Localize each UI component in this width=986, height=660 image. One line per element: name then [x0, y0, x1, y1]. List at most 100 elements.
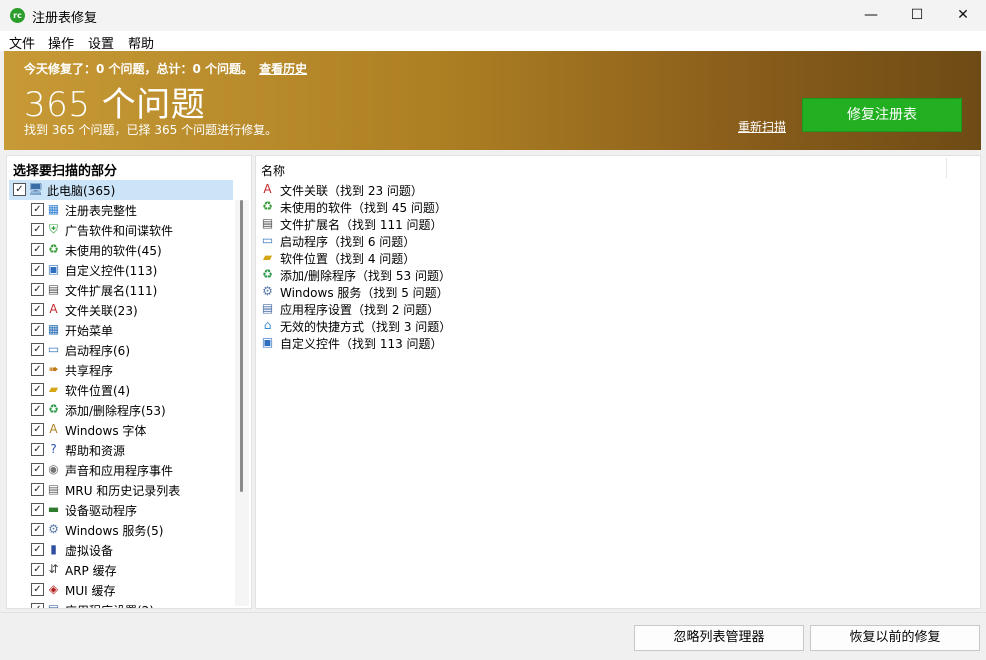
scan-sections-header: 选择要扫描的部分	[13, 164, 118, 179]
file-extension-icon: ▤	[47, 282, 60, 296]
tree-item[interactable]: ✓ ♻ 未使用的软件(45)	[29, 240, 233, 260]
item-checkbox[interactable]: ✓	[31, 563, 44, 576]
tree-item[interactable]: ✓ ◈ MUI 缓存	[29, 580, 233, 600]
item-checkbox[interactable]: ✓	[31, 583, 44, 596]
fix-registry-button[interactable]: 修复注册表	[802, 98, 962, 132]
menu-file[interactable]: 文件	[9, 33, 35, 52]
item-checkbox[interactable]: ✓	[31, 343, 44, 356]
item-checkbox[interactable]: ✓	[31, 363, 44, 376]
item-checkbox[interactable]: ✓	[31, 543, 44, 556]
tree-item-label: 未使用的软件(45)	[65, 244, 162, 258]
tree-item[interactable]: ✓ ▤ MRU 和历史记录列表	[29, 480, 233, 500]
tree-item[interactable]: ✓ ⛨ 广告软件和间谍软件	[29, 220, 233, 240]
tree-item-label: 应用程序设置(2)	[65, 602, 154, 608]
item-checkbox[interactable]: ✓	[31, 263, 44, 276]
menu-bar: 文件 操作 设置 帮助	[0, 31, 986, 52]
item-checkbox[interactable]: ✓	[31, 503, 44, 516]
menu-help[interactable]: 帮助	[128, 33, 154, 52]
startup-icon: ▭	[261, 233, 274, 247]
registry-icon: ▦	[47, 202, 60, 216]
item-checkbox[interactable]: ✓	[31, 523, 44, 536]
fix-stats-text: 今天修复了：0 个问题，总计：0 个问题。	[24, 62, 254, 76]
shield-icon: ⛨	[48, 222, 58, 236]
item-checkbox[interactable]: ✓	[31, 483, 44, 496]
tree-item-label: MUI 缓存	[65, 584, 116, 598]
menu-settings[interactable]: 设置	[88, 33, 114, 52]
root-checkbox[interactable]: ✓	[13, 183, 26, 196]
controls-icon: ▣	[47, 262, 60, 276]
tree-item-label: 软件位置(4)	[65, 384, 130, 398]
item-checkbox[interactable]: ✓	[31, 463, 44, 476]
item-checkbox[interactable]: ✓	[31, 283, 44, 296]
add-remove-icon: ♻	[262, 267, 273, 281]
app-settings-icon: ▤	[261, 301, 274, 315]
item-checkbox[interactable]: ✓	[31, 403, 44, 416]
tree-item[interactable]: ✓ ♻ 添加/删除程序(53)	[29, 400, 233, 420]
services-icon: ⚙	[48, 522, 59, 536]
issue-summary: 找到 365 个问题，已择 365 个问题进行修复。	[24, 123, 278, 137]
tree-item[interactable]: ✓ ▭ 启动程序(6)	[29, 340, 233, 360]
file-association-icon: A	[49, 302, 58, 316]
tree-item[interactable]: ✓ ▮ 虚拟设备	[29, 540, 233, 560]
tree-item[interactable]: ✓ ⇵ ARP 缓存	[29, 560, 233, 580]
tree-item[interactable]: ✓ A 文件关联(23)	[29, 300, 233, 320]
result-label: 启动程序（找到 6 问题）	[280, 235, 416, 249]
menu-action[interactable]: 操作	[48, 33, 74, 52]
tree-item[interactable]: ✓? 帮助和资源	[29, 440, 233, 460]
tree-item-label: 声音和应用程序事件	[65, 464, 174, 478]
maximize-button[interactable]: ☐	[894, 0, 940, 31]
tree-item-label: Windows 服务(5)	[65, 524, 164, 538]
result-label: 自定义控件（找到 113 问题）	[280, 337, 443, 351]
item-checkbox[interactable]: ✓	[31, 423, 44, 436]
tree-item[interactable]: ✓ A Windows 字体	[29, 420, 233, 440]
folder-icon: ▰	[262, 250, 273, 264]
tree-item-label: 文件关联(23)	[65, 304, 138, 318]
tree-item-label: 共享程序	[65, 364, 114, 378]
restore-previous-fixes-button[interactable]: 恢复以前的修复	[810, 625, 980, 651]
rescan-link[interactable]: 重新扫描	[738, 118, 786, 135]
minimize-button[interactable]: —	[848, 0, 894, 31]
item-checkbox[interactable]: ✓	[31, 603, 44, 608]
shortcut-icon: ⌂	[263, 318, 272, 332]
tree-item-label: 开始菜单	[65, 324, 114, 338]
view-history-link[interactable]: 查看历史	[259, 62, 307, 76]
tree-item[interactable]: ✓▤ 应用程序设置(2)	[29, 600, 233, 608]
result-label: Windows 服务（找到 5 问题）	[280, 286, 449, 300]
item-checkbox[interactable]: ✓	[31, 383, 44, 396]
tree-item[interactable]: ✓ ▤ 文件扩展名(111)	[29, 280, 233, 300]
status-banner: 今天修复了：0 个问题，总计：0 个问题。 查看历史 365 个问题 找到 365…	[4, 51, 981, 150]
item-checkbox[interactable]: ✓	[31, 303, 44, 316]
tree-item[interactable]: ✓ ➠ 共享程序	[29, 360, 233, 380]
tree-item[interactable]: ✓ ▦ 开始菜单	[29, 320, 233, 340]
tree-root-label: 此电脑(365)	[47, 184, 116, 198]
item-checkbox[interactable]: ✓	[31, 223, 44, 236]
scrollbar-thumb[interactable]	[240, 200, 243, 492]
fix-stats: 今天修复了：0 个问题，总计：0 个问题。 查看历史	[24, 60, 307, 77]
recycle-bin-icon: ♻	[48, 242, 59, 256]
tree-item[interactable]: ✓ ◉ 声音和应用程序事件	[29, 460, 233, 480]
tree-item[interactable]: ✓ ▬ 设备驱动程序	[29, 500, 233, 520]
file-association-icon: A	[263, 182, 272, 196]
item-checkbox[interactable]: ✓	[31, 243, 44, 256]
tree-item-label: 帮助和资源	[65, 444, 126, 458]
tree-item-label: ARP 缓存	[65, 564, 117, 578]
result-label: 无效的快捷方式（找到 3 问题）	[280, 320, 452, 334]
tree-item[interactable]: ✓ ▰ 软件位置(4)	[29, 380, 233, 400]
results-column-header[interactable]: 名称	[261, 162, 285, 179]
tree-root-this-pc[interactable]: ✓ 🖥 此电脑(365)	[9, 180, 233, 200]
tree-item[interactable]: ✓ ▦ 注册表完整性	[29, 200, 233, 220]
virtual-device-icon: ▮	[50, 542, 57, 556]
item-checkbox[interactable]: ✓	[31, 323, 44, 336]
tree-item-label: 启动程序(6)	[65, 344, 130, 358]
item-checkbox[interactable]: ✓	[31, 203, 44, 216]
tree-item-label: 广告软件和间谍软件	[65, 224, 174, 238]
tree-item[interactable]: ✓ ▣ 自定义控件(113)	[29, 260, 233, 280]
tree-item-label: 虚拟设备	[65, 544, 114, 558]
close-button[interactable]: ✕	[940, 0, 986, 31]
left-panel-scrollbar[interactable]	[235, 200, 249, 606]
item-checkbox[interactable]: ✓	[31, 443, 44, 456]
app-icon: rc	[10, 8, 25, 23]
tree-item[interactable]: ✓ ⚙ Windows 服务(5)	[29, 520, 233, 540]
ignore-list-manager-button[interactable]: 忽略列表管理器	[634, 625, 804, 651]
recycle-bin-icon: ♻	[262, 199, 273, 213]
